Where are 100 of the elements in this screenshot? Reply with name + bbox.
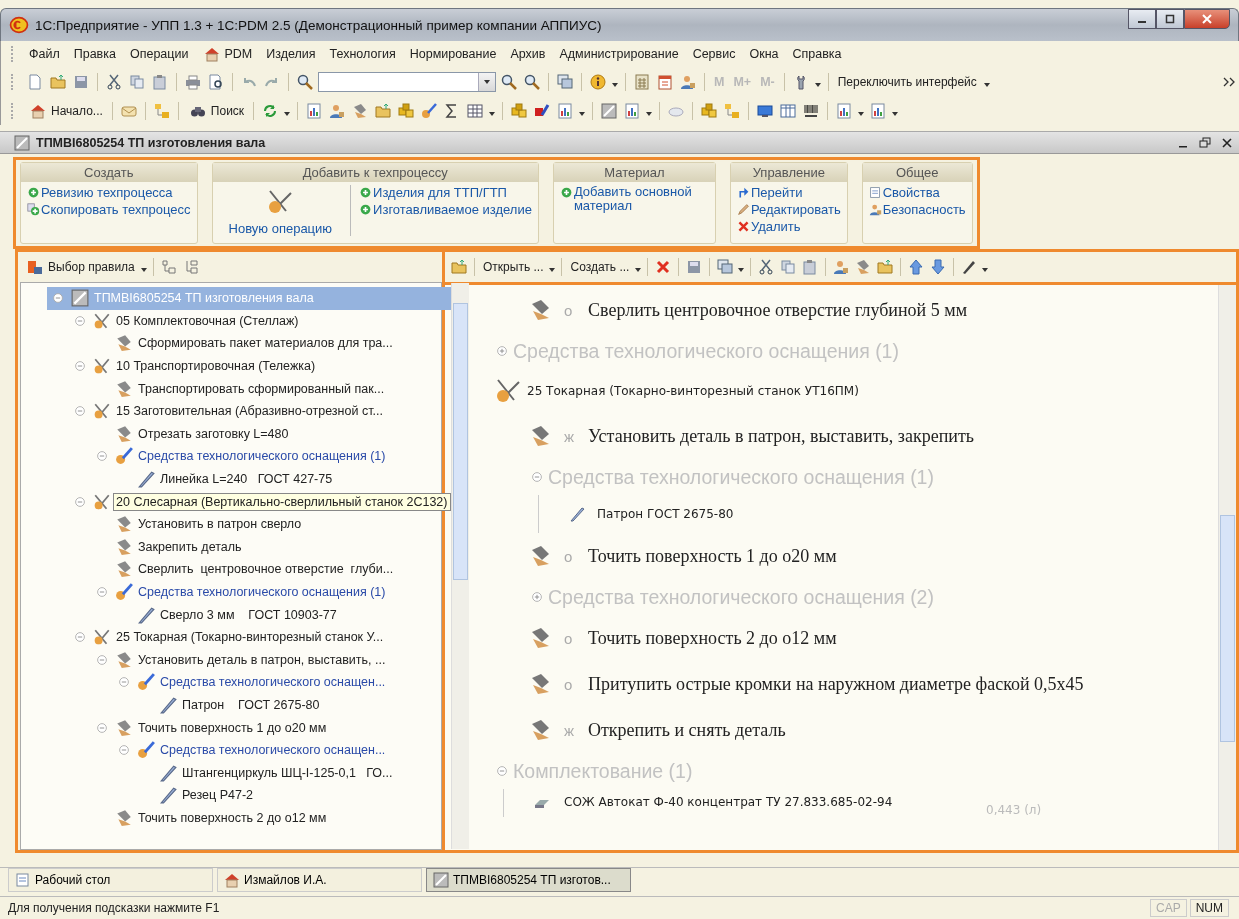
barcode-icon[interactable]	[803, 102, 820, 119]
user-icon[interactable]	[680, 73, 696, 90]
collapse-icon[interactable]	[95, 585, 109, 599]
tree-item[interactable]: Средства технологического оснащения (1)	[47, 445, 451, 468]
rule-select-button[interactable]: Выбор правила	[22, 257, 138, 277]
hand-tool-icon[interactable]	[352, 102, 369, 119]
collapse-icon[interactable]	[73, 359, 87, 374]
monitor-icon[interactable]	[757, 102, 774, 119]
collapse-icon[interactable]	[95, 652, 109, 667]
caret-icon[interactable]	[139, 266, 148, 274]
folder-icon[interactable]	[375, 102, 392, 119]
caret-icon[interactable]	[488, 109, 497, 118]
menu-item[interactable]: Справка	[785, 45, 849, 63]
menu-item[interactable]: Файл	[22, 45, 67, 63]
floppy-icon[interactable]	[73, 73, 89, 90]
search-button[interactable]: Поиск	[184, 100, 248, 121]
columns-icon[interactable]	[780, 102, 797, 119]
tree-item[interactable]: 15 Заготовительная (Абразивно-отрезной ст...	[47, 399, 451, 423]
folder-icon[interactable]	[451, 259, 467, 275]
restore-icon[interactable]	[1199, 136, 1211, 149]
scrollbar[interactable]	[1218, 285, 1236, 850]
folder-icon[interactable]	[50, 73, 66, 90]
menu-item[interactable]: Технология	[322, 45, 403, 63]
switch-interface-button[interactable]: Переключить интерфейс	[834, 72, 980, 91]
scissors-icon[interactable]	[106, 73, 122, 90]
tree-item[interactable]: 20 Слесарная (Вертикально-сверлильный станок 2С132)	[47, 490, 451, 513]
command-link[interactable]: Добавить основной материал	[559, 185, 709, 213]
user-icon[interactable]	[329, 102, 346, 119]
menu-item[interactable]: Нормирование	[402, 45, 504, 63]
menu-item[interactable]: PDM	[195, 44, 260, 64]
up-arrow-icon[interactable]	[908, 259, 925, 275]
hierarchy-icon[interactable]	[724, 102, 741, 119]
cubes-icon[interactable]	[511, 102, 528, 119]
user-icon[interactable]	[833, 259, 850, 275]
collapse-icon[interactable]	[95, 720, 109, 735]
tree-item[interactable]: Линейка L=240 ГОСТ 427-75	[47, 467, 451, 491]
caret-icon[interactable]	[645, 109, 654, 118]
info-icon[interactable]	[590, 73, 606, 90]
drawing-icon[interactable]	[601, 102, 618, 119]
tree-item[interactable]: Средства технологического оснащен...	[47, 738, 451, 762]
tree-item[interactable]: Установить в патрон сверло	[47, 512, 451, 536]
menu-item[interactable]: Администрирование	[552, 45, 686, 63]
search-icon[interactable]	[501, 73, 517, 90]
windows-icon[interactable]	[557, 73, 573, 90]
tree-item[interactable]: Средства технологического оснащен...	[47, 671, 451, 694]
taskbar-button[interactable]: Измайлов И.А.	[217, 868, 422, 892]
minimize-button[interactable]	[1128, 9, 1156, 29]
open-button[interactable]: Открыть ...	[480, 258, 547, 276]
caret-icon[interactable]	[611, 80, 619, 89]
collapse-icon[interactable]	[95, 449, 109, 464]
brush-icon[interactable]	[421, 102, 438, 119]
command-link[interactable]: Редактировать	[736, 202, 841, 217]
folder-icon[interactable]	[877, 259, 894, 275]
command-link[interactable]: Скопировать техпроцесс	[27, 202, 191, 217]
collapse-icon[interactable]	[51, 291, 65, 306]
grid-icon[interactable]	[467, 102, 484, 119]
preview-icon[interactable]	[208, 73, 224, 90]
calculator-icon[interactable]	[634, 73, 650, 90]
tree-item[interactable]: Сверлить центровочное отверстие глуби...	[47, 558, 451, 581]
collapse-icon[interactable]	[73, 404, 87, 419]
tree-item[interactable]: 05 Комплектовочная (Стеллаж)	[47, 309, 451, 333]
collapse-icon[interactable]	[117, 675, 131, 690]
clipboard-icon[interactable]	[152, 73, 168, 90]
close-button[interactable]	[1184, 9, 1230, 29]
collapse-icon[interactable]	[530, 470, 544, 484]
chart-icon[interactable]	[306, 102, 323, 119]
paint-icon[interactable]	[534, 102, 551, 119]
chart-icon[interactable]	[836, 102, 853, 119]
menu-item[interactable]: Операции	[122, 45, 196, 63]
command-link[interactable]: Удалить	[736, 219, 841, 234]
command-link[interactable]: Ревизию техпроцесса	[27, 185, 191, 200]
command-link[interactable]: Изготавливаемое изделие	[359, 202, 532, 217]
collapse-icon[interactable]	[495, 764, 509, 778]
copy-icon[interactable]	[780, 259, 797, 275]
caret-icon[interactable]	[634, 266, 643, 274]
expand-icon[interactable]	[495, 344, 509, 358]
caret-icon[interactable]	[283, 109, 292, 118]
taskbar-button[interactable]: Рабочий стол	[8, 868, 213, 892]
caret-icon[interactable]	[891, 109, 900, 118]
menu-item[interactable]: Изделия	[259, 45, 323, 63]
create-button[interactable]: Создать ...	[567, 258, 633, 276]
cubes-icon[interactable]	[701, 102, 718, 119]
tree-item[interactable]: Установить деталь в патрон, выставить, ...	[47, 648, 451, 672]
menu-item[interactable]: Окна	[742, 45, 786, 63]
tree-item[interactable]: Патрон ГОСТ 2675-80	[47, 693, 451, 717]
tree-item[interactable]: Резец Р47-2	[47, 784, 451, 807]
menu-item[interactable]: Архив	[503, 45, 553, 63]
caret-icon[interactable]	[982, 80, 991, 89]
tree-item[interactable]: Средства технологического оснащения (1)	[47, 580, 451, 604]
tree-item[interactable]: Закрепить деталь	[47, 535, 451, 559]
scissors-icon[interactable]	[758, 259, 775, 275]
clipboard-icon[interactable]	[802, 259, 819, 275]
expand-icon[interactable]	[530, 590, 544, 604]
tree-item[interactable]: Точить поверхность 2 до о12 мм	[47, 806, 451, 830]
maximize-button[interactable]	[1156, 9, 1184, 29]
menu-item[interactable]: Правка	[66, 45, 123, 63]
new-operation-button[interactable]: Новую операцию	[218, 185, 343, 236]
copy-icon[interactable]	[129, 73, 145, 90]
document-icon[interactable]	[27, 73, 43, 90]
hand-tool-icon[interactable]	[855, 259, 872, 275]
